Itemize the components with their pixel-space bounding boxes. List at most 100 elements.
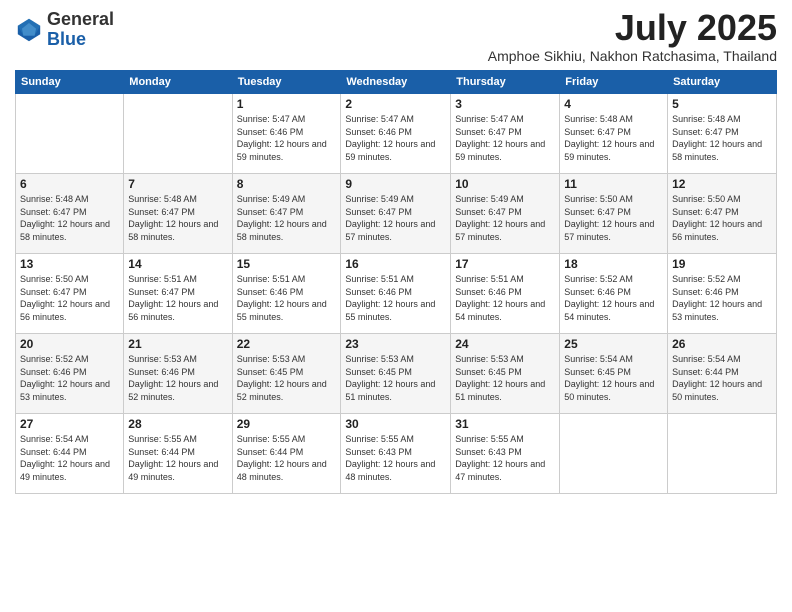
- week-row-5: 27Sunrise: 5:54 AMSunset: 6:44 PMDayligh…: [16, 414, 777, 494]
- calendar-cell: 6 Sunrise: 5:48 AMSunset: 6:47 PMDaylight…: [16, 174, 124, 254]
- calendar-cell: 11 Sunrise: 5:50 AMSunset: 6:47 PMDayligh…: [560, 174, 668, 254]
- day-info: Sunrise: 5:52 AMSunset: 6:46 PMDaylight:…: [672, 273, 772, 323]
- calendar-cell: [16, 94, 124, 174]
- week-row-4: 20Sunrise: 5:52 AMSunset: 6:46 PMDayligh…: [16, 334, 777, 414]
- location-subtitle: Amphoe Sikhiu, Nakhon Ratchasima, Thaila…: [488, 48, 777, 64]
- calendar-cell: 15Sunrise: 5:51 AMSunset: 6:46 PMDayligh…: [232, 254, 341, 334]
- day-number: 19: [672, 257, 772, 271]
- day-number: 23: [345, 337, 446, 351]
- day-number: 30: [345, 417, 446, 431]
- calendar-cell: [560, 414, 668, 494]
- header: General Blue July 2025 Amphoe Sikhiu, Na…: [15, 10, 777, 64]
- calendar-cell: 9 Sunrise: 5:49 AMSunset: 6:47 PMDaylight…: [341, 174, 451, 254]
- calendar-cell: 25 Sunrise: 5:54 AMSunset: 6:45 PMDayligh…: [560, 334, 668, 414]
- day-info: Sunrise: 5:53 AMSunset: 6:45 PMDaylight:…: [455, 353, 555, 403]
- weekday-header-friday: Friday: [560, 71, 668, 94]
- calendar-cell: 17Sunrise: 5:51 AMSunset: 6:46 PMDayligh…: [451, 254, 560, 334]
- day-number: 5: [672, 97, 772, 111]
- day-number: 29: [237, 417, 337, 431]
- calendar-cell: 19 Sunrise: 5:52 AMSunset: 6:46 PMDayligh…: [668, 254, 777, 334]
- page: General Blue July 2025 Amphoe Sikhiu, Na…: [0, 0, 792, 612]
- weekday-header-saturday: Saturday: [668, 71, 777, 94]
- day-number: 25: [564, 337, 663, 351]
- calendar-cell: 2Sunrise: 5:47 AMSunset: 6:46 PMDaylight…: [341, 94, 451, 174]
- day-info: Sunrise: 5:54 AMSunset: 6:45 PMDaylight:…: [564, 353, 663, 403]
- calendar-cell: 4Sunrise: 5:48 AMSunset: 6:47 PMDaylight…: [560, 94, 668, 174]
- calendar-cell: 24 Sunrise: 5:53 AMSunset: 6:45 PMDayligh…: [451, 334, 560, 414]
- day-info: Sunrise: 5:53 AMSunset: 6:45 PMDaylight:…: [345, 353, 446, 403]
- calendar-cell: 7 Sunrise: 5:48 AMSunset: 6:47 PMDaylight…: [124, 174, 232, 254]
- day-info: Sunrise: 5:53 AMSunset: 6:45 PMDaylight:…: [237, 353, 337, 403]
- calendar-cell: 28Sunrise: 5:55 AMSunset: 6:44 PMDayligh…: [124, 414, 232, 494]
- calendar-cell: 27Sunrise: 5:54 AMSunset: 6:44 PMDayligh…: [16, 414, 124, 494]
- calendar-cell: 16Sunrise: 5:51 AMSunset: 6:46 PMDayligh…: [341, 254, 451, 334]
- day-info: Sunrise: 5:55 AMSunset: 6:44 PMDaylight:…: [237, 433, 337, 483]
- calendar-cell: 5 Sunrise: 5:48 AMSunset: 6:47 PMDaylight…: [668, 94, 777, 174]
- day-number: 17: [455, 257, 555, 271]
- day-number: 12: [672, 177, 772, 191]
- calendar-cell: 29 Sunrise: 5:55 AMSunset: 6:44 PMDayligh…: [232, 414, 341, 494]
- day-info: Sunrise: 5:55 AMSunset: 6:44 PMDaylight:…: [128, 433, 227, 483]
- day-info: Sunrise: 5:52 AMSunset: 6:46 PMDaylight:…: [564, 273, 663, 323]
- weekday-header-sunday: Sunday: [16, 71, 124, 94]
- week-row-1: 1Sunrise: 5:47 AMSunset: 6:46 PMDaylight…: [16, 94, 777, 174]
- day-number: 9: [345, 177, 446, 191]
- day-info: Sunrise: 5:48 AMSunset: 6:47 PMDaylight:…: [672, 113, 772, 163]
- calendar-cell: 10 Sunrise: 5:49 AMSunset: 6:47 PMDayligh…: [451, 174, 560, 254]
- calendar-cell: 13Sunrise: 5:50 AMSunset: 6:47 PMDayligh…: [16, 254, 124, 334]
- day-number: 26: [672, 337, 772, 351]
- calendar-cell: 31 Sunrise: 5:55 AMSunset: 6:43 PMDayligh…: [451, 414, 560, 494]
- day-info: Sunrise: 5:50 AMSunset: 6:47 PMDaylight:…: [672, 193, 772, 243]
- day-info: Sunrise: 5:49 AMSunset: 6:47 PMDaylight:…: [455, 193, 555, 243]
- day-number: 10: [455, 177, 555, 191]
- day-info: Sunrise: 5:52 AMSunset: 6:46 PMDaylight:…: [20, 353, 119, 403]
- day-number: 22: [237, 337, 337, 351]
- calendar-cell: [668, 414, 777, 494]
- calendar-cell: 22 Sunrise: 5:53 AMSunset: 6:45 PMDayligh…: [232, 334, 341, 414]
- day-info: Sunrise: 5:51 AMSunset: 6:46 PMDaylight:…: [237, 273, 337, 323]
- day-number: 31: [455, 417, 555, 431]
- day-info: Sunrise: 5:48 AMSunset: 6:47 PMDaylight:…: [128, 193, 227, 243]
- day-number: 6: [20, 177, 119, 191]
- day-info: Sunrise: 5:49 AMSunset: 6:47 PMDaylight:…: [237, 193, 337, 243]
- day-info: Sunrise: 5:49 AMSunset: 6:47 PMDaylight:…: [345, 193, 446, 243]
- day-number: 14: [128, 257, 227, 271]
- day-number: 1: [237, 97, 337, 111]
- calendar-cell: 30 Sunrise: 5:55 AMSunset: 6:43 PMDayligh…: [341, 414, 451, 494]
- title-block: July 2025 Amphoe Sikhiu, Nakhon Ratchasi…: [488, 10, 777, 64]
- day-number: 7: [128, 177, 227, 191]
- day-info: Sunrise: 5:50 AMSunset: 6:47 PMDaylight:…: [564, 193, 663, 243]
- calendar-cell: 21Sunrise: 5:53 AMSunset: 6:46 PMDayligh…: [124, 334, 232, 414]
- week-row-2: 6 Sunrise: 5:48 AMSunset: 6:47 PMDaylight…: [16, 174, 777, 254]
- weekday-header-row: SundayMondayTuesdayWednesdayThursdayFrid…: [16, 71, 777, 94]
- day-info: Sunrise: 5:55 AMSunset: 6:43 PMDaylight:…: [345, 433, 446, 483]
- day-info: Sunrise: 5:55 AMSunset: 6:43 PMDaylight:…: [455, 433, 555, 483]
- weekday-header-tuesday: Tuesday: [232, 71, 341, 94]
- calendar-cell: 18 Sunrise: 5:52 AMSunset: 6:46 PMDayligh…: [560, 254, 668, 334]
- logo: General Blue: [15, 10, 114, 50]
- calendar-cell: [124, 94, 232, 174]
- calendar-cell: 20Sunrise: 5:52 AMSunset: 6:46 PMDayligh…: [16, 334, 124, 414]
- day-number: 18: [564, 257, 663, 271]
- day-number: 4: [564, 97, 663, 111]
- day-info: Sunrise: 5:51 AMSunset: 6:47 PMDaylight:…: [128, 273, 227, 323]
- day-info: Sunrise: 5:47 AMSunset: 6:47 PMDaylight:…: [455, 113, 555, 163]
- day-number: 24: [455, 337, 555, 351]
- week-row-3: 13Sunrise: 5:50 AMSunset: 6:47 PMDayligh…: [16, 254, 777, 334]
- calendar-cell: 14 Sunrise: 5:51 AMSunset: 6:47 PMDayligh…: [124, 254, 232, 334]
- day-info: Sunrise: 5:54 AMSunset: 6:44 PMDaylight:…: [672, 353, 772, 403]
- logo-text: General Blue: [47, 10, 114, 50]
- day-info: Sunrise: 5:48 AMSunset: 6:47 PMDaylight:…: [20, 193, 119, 243]
- day-number: 13: [20, 257, 119, 271]
- day-info: Sunrise: 5:53 AMSunset: 6:46 PMDaylight:…: [128, 353, 227, 403]
- calendar-cell: 3Sunrise: 5:47 AMSunset: 6:47 PMDaylight…: [451, 94, 560, 174]
- weekday-header-monday: Monday: [124, 71, 232, 94]
- weekday-header-wednesday: Wednesday: [341, 71, 451, 94]
- calendar-cell: 26 Sunrise: 5:54 AMSunset: 6:44 PMDayligh…: [668, 334, 777, 414]
- day-number: 11: [564, 177, 663, 191]
- day-info: Sunrise: 5:51 AMSunset: 6:46 PMDaylight:…: [345, 273, 446, 323]
- calendar-cell: 12 Sunrise: 5:50 AMSunset: 6:47 PMDayligh…: [668, 174, 777, 254]
- day-number: 8: [237, 177, 337, 191]
- calendar-cell: 1Sunrise: 5:47 AMSunset: 6:46 PMDaylight…: [232, 94, 341, 174]
- month-title: July 2025: [488, 10, 777, 46]
